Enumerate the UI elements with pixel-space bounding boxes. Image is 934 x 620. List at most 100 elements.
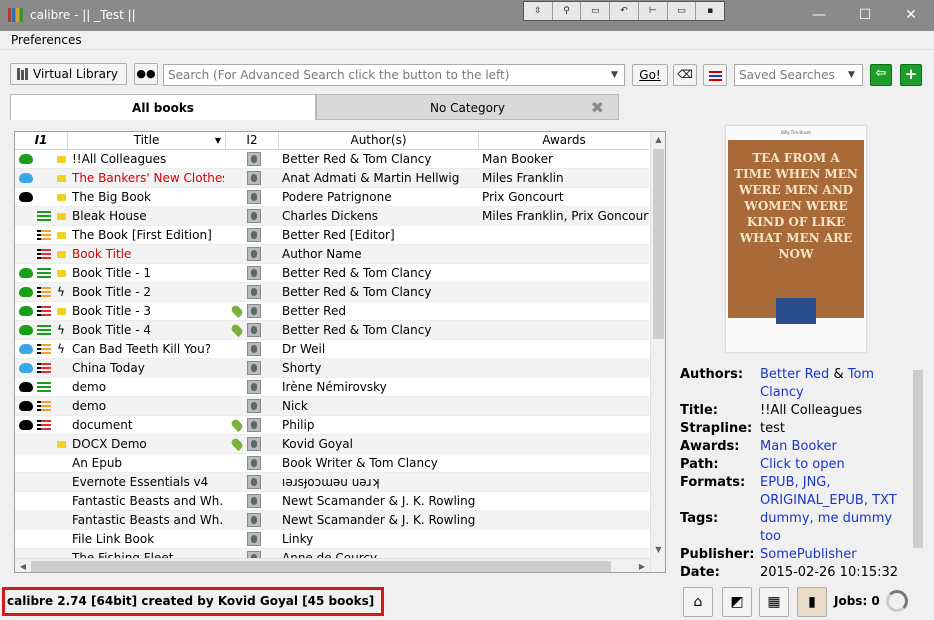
column-header-title[interactable]: Title ▼ xyxy=(68,132,226,150)
cell-awards[interactable] xyxy=(482,530,649,549)
table-row[interactable]: An Epub Book Writer & Tom Clancy xyxy=(15,454,649,473)
cell-awards[interactable] xyxy=(482,492,649,511)
cell-awards[interactable] xyxy=(482,283,649,302)
details-scrollbar[interactable] xyxy=(911,354,925,572)
column-header-i2[interactable]: I2 xyxy=(226,132,279,150)
cell-title[interactable]: !!All Colleagues xyxy=(72,150,224,169)
cell-awards[interactable]: Miles Franklin xyxy=(482,169,649,188)
cell-authors[interactable]: Better Red & Tom Clancy xyxy=(282,321,478,340)
book-cover[interactable]: Billy Tim Brush TEA FROM A TIME WHEN MEN… xyxy=(726,126,866,352)
cell-title[interactable]: Book Title - 4 xyxy=(72,321,224,340)
cell-awards[interactable] xyxy=(482,511,649,530)
column-header-awards[interactable]: Awards xyxy=(479,132,649,150)
cell-awards[interactable] xyxy=(482,226,649,245)
cell-title[interactable]: demo xyxy=(72,397,224,416)
cell-awards[interactable]: Miles Franklin, Prix Goncourt xyxy=(482,207,649,226)
cell-awards[interactable] xyxy=(482,378,649,397)
cell-title[interactable]: Book Title - 2 xyxy=(72,283,224,302)
table-vertical-scrollbar[interactable]: ▲ ▼ xyxy=(650,132,665,572)
cell-title[interactable]: Fantastic Beasts and Wh... xyxy=(72,492,224,511)
cell-title[interactable]: Book Title - 3 xyxy=(72,302,224,321)
table-row[interactable]: File Link Book Linky xyxy=(15,530,649,549)
table-row[interactable]: The Book [First Edition] Better Red [Edit… xyxy=(15,226,649,245)
minimize-button[interactable]: — xyxy=(796,0,842,31)
go-button[interactable]: Go! xyxy=(632,64,668,86)
cell-authors[interactable]: Better Red & Tom Clancy xyxy=(282,150,478,169)
column-header-i1[interactable]: I1 xyxy=(15,132,68,150)
cell-authors[interactable]: Shorty xyxy=(282,359,478,378)
cell-authors[interactable]: Kovid Goyal xyxy=(282,435,478,454)
cell-authors[interactable]: Better Red xyxy=(282,302,478,321)
cell-authors[interactable]: Philip xyxy=(282,416,478,435)
cell-authors[interactable]: Anat Admati & Martin Hellwig xyxy=(282,169,478,188)
highlight-toggle-button[interactable] xyxy=(703,64,727,86)
virtual-library-button[interactable]: Virtual Library xyxy=(10,63,127,85)
cell-awards[interactable] xyxy=(482,435,649,454)
calibre-app-icon[interactable] xyxy=(8,8,24,22)
float-tool-4[interactable]: ↶ xyxy=(610,2,639,20)
scroll-down-icon[interactable]: ▼ xyxy=(651,542,665,558)
awards-link[interactable]: Man Booker xyxy=(760,438,912,456)
cell-awards[interactable] xyxy=(482,321,649,340)
float-tool-7[interactable]: ▪ xyxy=(696,2,724,20)
cell-authors[interactable]: Author Name xyxy=(282,245,478,264)
save-search-button[interactable]: + xyxy=(900,64,922,86)
cell-title[interactable]: China Today xyxy=(72,359,224,378)
table-horizontal-scrollbar[interactable]: ◀ ▶ xyxy=(15,558,650,572)
cell-awards[interactable]: Prix Goncourt xyxy=(482,188,649,207)
cell-title[interactable]: File Link Book xyxy=(72,530,224,549)
column-header-authors[interactable]: Author(s) xyxy=(279,132,479,150)
close-tab-icon[interactable]: ✖ xyxy=(591,95,604,121)
cell-authors[interactable]: ıəɹsɟoɔɯəu uəɹʞ xyxy=(282,473,478,492)
path-link[interactable]: Click to open xyxy=(760,456,912,474)
grid-view-button[interactable]: ▦ xyxy=(759,587,789,617)
table-row[interactable]: Book Title - 1 Better Red & Tom Clancy xyxy=(15,264,649,283)
cell-awards[interactable] xyxy=(482,264,649,283)
table-row[interactable]: Bleak House Charles Dickens Miles Franklin… xyxy=(15,207,649,226)
cell-title[interactable]: The Book [First Edition] xyxy=(72,226,224,245)
table-row[interactable]: The Big Book Podere Patrignone Prix Goncou… xyxy=(15,188,649,207)
table-row[interactable]: China Today Shorty xyxy=(15,359,649,378)
cell-authors[interactable]: Irène Némirovsky xyxy=(282,378,478,397)
cell-authors[interactable]: Dr Weil xyxy=(282,340,478,359)
cell-awards[interactable]: Man Booker xyxy=(482,150,649,169)
cell-awards[interactable] xyxy=(482,302,649,321)
cell-authors[interactable]: Linky xyxy=(282,530,478,549)
cell-authors[interactable]: Better Red [Editor] xyxy=(282,226,478,245)
float-tool-3[interactable]: ▭ xyxy=(581,2,611,20)
float-tool-6[interactable]: ▭ xyxy=(668,2,697,20)
cell-awards[interactable] xyxy=(482,473,649,492)
tab-no-category[interactable]: No Category ✖ xyxy=(316,94,619,120)
maximize-button[interactable]: ☐ xyxy=(842,0,888,31)
table-row[interactable]: Book Title - 3 Better Red xyxy=(15,302,649,321)
copy-search-button[interactable]: ⇦ xyxy=(870,64,892,86)
float-tool-2[interactable]: ⚲ xyxy=(553,2,582,20)
cell-awards[interactable] xyxy=(482,397,649,416)
cell-authors[interactable]: Better Red & Tom Clancy xyxy=(282,264,478,283)
saved-searches-dropdown[interactable]: ▼ xyxy=(841,64,863,86)
cell-title[interactable]: demo xyxy=(72,378,224,397)
table-row[interactable]: document Philip xyxy=(15,416,649,435)
tag-editor-button[interactable]: ⌂ xyxy=(683,587,713,617)
scroll-up-icon[interactable]: ▲ xyxy=(651,132,665,148)
advanced-search-button[interactable]: ●● xyxy=(134,63,158,85)
cell-authors[interactable]: Better Red & Tom Clancy xyxy=(282,283,478,302)
cell-title[interactable]: Book Title xyxy=(72,245,224,264)
clear-search-button[interactable]: ⌫ xyxy=(673,64,697,86)
cell-title[interactable]: Book Title - 1 xyxy=(72,264,224,283)
cell-title[interactable]: Evernote Essentials v4 xyxy=(72,473,224,492)
cell-awards[interactable] xyxy=(482,416,649,435)
cell-authors[interactable]: Nick xyxy=(282,397,478,416)
tags-links[interactable]: dummy, me dummy too xyxy=(760,510,912,546)
table-row[interactable]: Fantastic Beasts and Wh... Newt Scamander… xyxy=(15,511,649,530)
saved-searches-input[interactable]: Saved Searches xyxy=(734,64,842,86)
table-row[interactable]: ϟ Can Bad Teeth Kill You? Dr Weil xyxy=(15,340,649,359)
cell-authors[interactable]: Charles Dickens xyxy=(282,207,478,226)
cell-authors[interactable]: Newt Scamander & J. K. Rowling xyxy=(282,511,478,530)
cell-title[interactable]: The Big Book xyxy=(72,188,224,207)
cell-authors[interactable]: Newt Scamander & J. K. Rowling xyxy=(282,492,478,511)
table-row[interactable]: Fantastic Beasts and Wh... Newt Scamander… xyxy=(15,492,649,511)
table-row[interactable]: Evernote Essentials v4 ıəɹsɟoɔɯəu uəɹʞ xyxy=(15,473,649,492)
cover-browser-button[interactable]: ◩ xyxy=(722,587,752,617)
table-row[interactable]: The Bankers' New Clothes Anat Admati & Ma… xyxy=(15,169,649,188)
